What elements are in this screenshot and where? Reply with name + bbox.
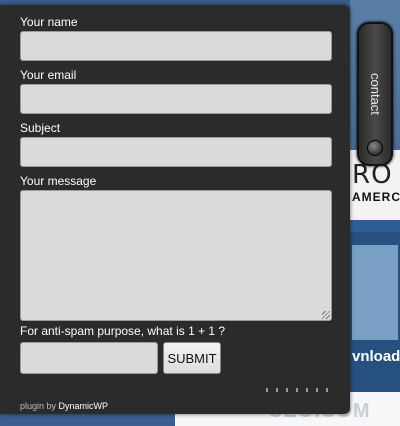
email-field[interactable] bbox=[20, 84, 332, 114]
antispam-field[interactable] bbox=[20, 342, 158, 374]
contact-tab-button[interactable]: contact bbox=[357, 22, 393, 166]
subject-label: Subject bbox=[20, 121, 61, 135]
plugin-credit: plugin by DynamicWP bbox=[20, 401, 108, 411]
credit-prefix: plugin by bbox=[20, 401, 59, 411]
email-label: Your email bbox=[20, 68, 77, 82]
dotted-divider bbox=[266, 388, 336, 392]
contact-tab-label: contact bbox=[368, 73, 383, 115]
background-brand-subtext: AMERCE bbox=[352, 190, 400, 204]
resize-grip-icon[interactable] bbox=[322, 311, 330, 319]
contact-form-panel: Your name Your email Subject Your messag… bbox=[0, 5, 350, 414]
message-label: Your message bbox=[20, 174, 97, 188]
dynamicwp-link[interactable]: DynamicWP bbox=[59, 401, 109, 411]
subject-field[interactable] bbox=[20, 137, 332, 167]
antispam-label: For anti-spam purpose, what is 1 + 1 ? bbox=[20, 324, 226, 338]
submit-button[interactable]: SUBMIT bbox=[163, 342, 221, 374]
knob-icon bbox=[367, 140, 383, 156]
message-field[interactable] bbox=[20, 190, 332, 321]
background-screenshot-inner bbox=[352, 245, 398, 340]
name-field[interactable] bbox=[20, 31, 332, 61]
background-download-link[interactable]: vnload bbox=[352, 348, 400, 365]
name-label: Your name bbox=[20, 15, 78, 29]
